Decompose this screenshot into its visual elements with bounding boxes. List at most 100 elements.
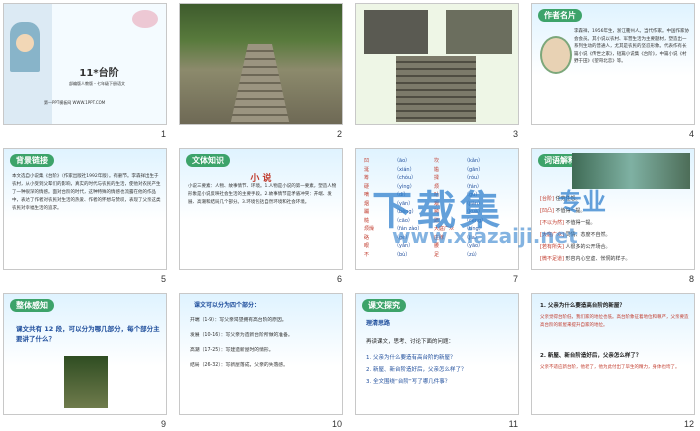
pinyin-row: 嘀 （dí） 咕 （gu） xyxy=(364,191,514,200)
pinyin: （xián） xyxy=(394,166,415,173)
slide-thumb-2[interactable]: 2 xyxy=(176,0,346,140)
hanzi: 蹭 xyxy=(434,217,440,224)
term-def: 人很多的公开场合。 xyxy=(563,244,611,250)
pinyin-row: 眼 （yǎn） 腰 （yāo） xyxy=(364,242,514,251)
term-def: 任劳任怨。 xyxy=(553,196,581,202)
hanzi: 揉 xyxy=(434,175,440,181)
slide-thumb-5[interactable]: 背景链接 本文选自小说集《台阶》（作家出版社1992年版）。有删节。李森祥出生于… xyxy=(0,145,170,285)
pinyin-row: 糙 （cāo） 蹭 （cèng） xyxy=(364,217,514,226)
hanzi: 蹦 xyxy=(364,209,370,215)
question-text: 课文共有 12 段，可以分为哪几部分，每个部分主要讲了什么？ xyxy=(16,325,160,343)
pinyin-table: 凹 （āo） 坎 （kǎn） 涎 （xián） 尴 （gān） 筹 （chóu） 揉 （róu） 硬 （y… xyxy=(364,157,514,259)
hanzi: 烦燥 xyxy=(364,226,375,232)
slide-thumb-10[interactable]: 课文可以分为四个部分： 开端（1-9）：写父亲渴望拥有高台阶的原因。 发展（10-… xyxy=(176,290,346,430)
pinyin: （kǎn） xyxy=(464,158,484,164)
pinyin: （fán） xyxy=(464,183,482,190)
slide-number: 3 xyxy=(512,129,518,139)
hanzi: 烟 xyxy=(364,200,370,207)
term: [凹凸] xyxy=(540,208,554,214)
pinyin: （gu） xyxy=(464,192,481,198)
section-header: 文体知识 xyxy=(186,154,230,167)
question-item: 3. 全文围绕“台阶”写了哪几件事？ xyxy=(366,379,451,385)
slide-thumb-1[interactable]: 11*台阶 部编版人教版・七年级下册语文 第一PPT模板网 WWW.1PPT.C… xyxy=(0,0,170,140)
hanzi: 不 xyxy=(364,251,370,258)
pinyin: （āo） xyxy=(394,158,411,164)
hanzi: 坎 xyxy=(434,158,440,164)
hanzi: 眼 xyxy=(364,243,370,249)
term-def: 不值得一提。 xyxy=(563,220,596,226)
pinyin: （yìng） xyxy=(394,183,415,190)
hanzi: 筹 xyxy=(364,175,370,181)
term-def: 不值得一提。 xyxy=(553,208,586,214)
pinyin: （tíng） xyxy=(464,226,484,232)
part-item: 结局（26-32）：写新屋落成，父亲的失落感。 xyxy=(190,363,288,368)
slide-thumb-3[interactable]: 3 xyxy=(352,0,522,140)
slide-thumb-4[interactable]: 作者名片 李森祥，1956年生，浙江衢州人。当代作家。中国作家协会会员。其小说以… xyxy=(528,0,698,140)
slide-thumb-6[interactable]: 文体知识 小 说 小说三要素：人物、故事情节、环境。1.人物是小说的第一要素，塑… xyxy=(176,145,346,285)
pinyin-row: 蹦 （bèng） 跨 （kuà） xyxy=(364,208,514,217)
slide-number: 12 xyxy=(683,419,694,429)
stairs-photo xyxy=(64,356,108,408)
term-def: 形容内心空虚、怅惘的样子。 xyxy=(563,256,631,262)
slide-number: 7 xyxy=(512,274,518,284)
section-header: 背景链接 xyxy=(10,154,54,167)
site-text: 第一PPT模板网 WWW.1PPT.COM xyxy=(44,100,106,105)
pinyin: （yǎn） xyxy=(394,243,414,249)
hanzi: 尴 xyxy=(434,166,440,173)
answer-1: 父亲觉得台阶低，我们家的地位也低。高台阶象征着地位和尊严，父亲要造高台阶的新屋来… xyxy=(540,315,689,328)
hanzi: 腰 xyxy=(434,243,440,249)
term: [若有所失] xyxy=(540,244,564,250)
author-avatar xyxy=(540,36,572,74)
pinyin-row: 筹 （chóu） 揉 （róu） xyxy=(364,174,514,183)
pinyin: （jiān） xyxy=(464,200,484,207)
term-row: [若有所失] 人很多的公开场合。 xyxy=(540,241,690,253)
pinyin: （zú） xyxy=(464,251,480,258)
pinyin: （gè） xyxy=(394,234,411,241)
pinyin-row: 烦燥 （fán zào） 大庭广众 （tíng） xyxy=(364,225,514,234)
slide-number: 10 xyxy=(331,419,342,429)
term: [大庭广众] xyxy=(540,232,564,238)
term: [台阶] xyxy=(540,196,554,202)
hanzi: 硌 xyxy=(364,234,370,241)
part-item: 发展（10-16）：写父亲为造新台阶所做的准备。 xyxy=(190,333,293,338)
pinyin: （róu） xyxy=(464,175,483,181)
slide-thumb-11[interactable]: 课文探究 理清思路 再读课文，思考、讨论下面的问题： 1. 父亲为什么要造有高台… xyxy=(352,290,522,430)
slide-number: 6 xyxy=(336,274,342,284)
steps-photo xyxy=(396,56,476,122)
pinyin: （fán zào） xyxy=(394,226,423,232)
slide-number: 2 xyxy=(336,129,342,139)
hanzi: 嘀 xyxy=(364,192,370,198)
section-header: 整体感知 xyxy=(10,299,54,312)
pinyin: （kuà） xyxy=(464,209,483,215)
hanzi: 凹 xyxy=(364,158,370,164)
pinyin: （yān） xyxy=(394,200,414,207)
pinyin: （cèng） xyxy=(464,217,487,224)
house-photo xyxy=(446,10,512,54)
lead-text: 再读课文，思考、讨论下面的问题： xyxy=(366,339,455,345)
section-header: 课文探究 xyxy=(362,299,406,312)
section-header: 课文可以分为四个部分： xyxy=(194,302,261,309)
slide-number: 4 xyxy=(688,129,694,139)
hanzi: 糙 xyxy=(364,217,370,224)
pinyin: （bèng） xyxy=(394,209,417,215)
pinyin: （dí） xyxy=(394,192,409,198)
pinyin: （bù） xyxy=(394,251,411,258)
hanzi: 硬 xyxy=(364,183,370,190)
slide-thumb-12[interactable]: 1. 父亲为什么要造高台阶的新屋？ 父亲觉得台阶低，我们家的地位也低。高台阶象征… xyxy=(528,290,698,430)
slide-thumb-7[interactable]: 凹 （āo） 坎 （kǎn） 涎 （xián） 尴 （gān） 筹 （chóu） 揉 （róu） 硬 （y… xyxy=(352,145,522,285)
pinyin-row: 不 （bù） 足 （zú） xyxy=(364,251,514,260)
slide-thumb-9[interactable]: 整体感知 课文共有 12 段，可以分为哪几部分，每个部分主要讲了什么？ 9 xyxy=(0,290,170,430)
slide-thumb-8[interactable]: 词语解释 [台阶] 任劳任怨。 [凹凸] 不值得一提。 [不以为然] 不值得一提。[… xyxy=(528,145,698,285)
term: [不以为然] xyxy=(540,220,564,226)
term-photo xyxy=(572,153,690,189)
slide-number: 8 xyxy=(688,274,694,284)
hanzi: 大庭广众 xyxy=(434,226,455,232)
term-def: 同情、态度不自然。 xyxy=(563,232,611,238)
pinyin: （chóu） xyxy=(394,175,417,181)
question-item: 2. 新屋、新台阶造好后，父亲怎么样了？ xyxy=(366,367,467,373)
pinyin-row: 烟 （yān） 艰 （jiān） xyxy=(364,200,514,209)
term: [微不足道] xyxy=(540,256,564,262)
question-2: 2. 新屋、新台阶造好后，父亲怎么样了？ xyxy=(540,353,642,359)
slide-number: 5 xyxy=(160,274,166,284)
hanzi: 足 xyxy=(434,251,440,258)
